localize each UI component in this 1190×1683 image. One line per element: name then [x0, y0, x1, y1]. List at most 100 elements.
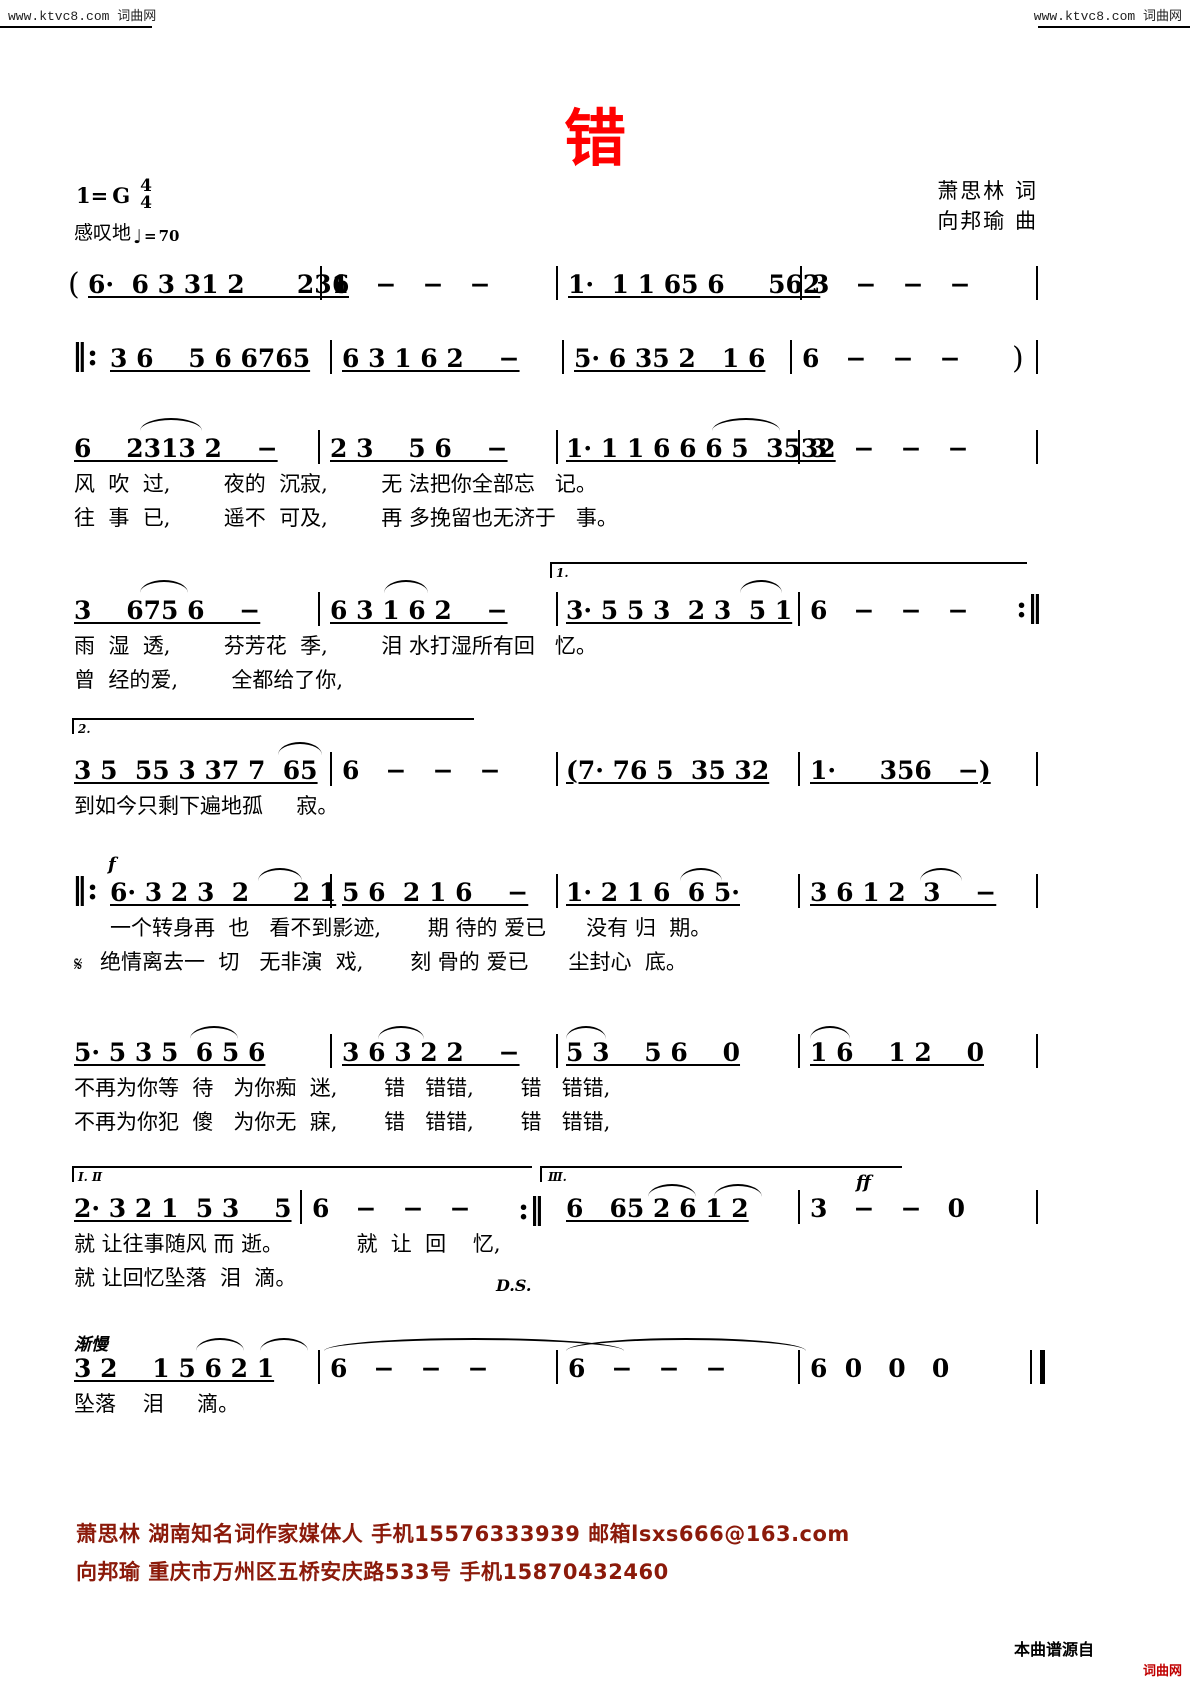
watermark-left: www.ktvc8.com 词曲网 [8, 0, 156, 28]
measure-notes: 3· 5 5 3 2 3 5 1 [566, 596, 793, 625]
lyrics-verse-1: 就 让往事随风 而 逝。 就 让 回 忆, [74, 1232, 501, 1256]
barline [1036, 1190, 1038, 1224]
lyrics-verse-1: 到如今只剩下遍地孤 寂。 [74, 794, 339, 818]
credits-block: 萧思林 词 向邦瑜 曲 [937, 176, 1038, 237]
barline [798, 1350, 800, 1384]
first-ending-label: 1. [556, 566, 569, 580]
lyrics-verse-1: 一个转身再 也 看不到影迹, 期 待的 爱已 没有 归 期。 [110, 916, 712, 940]
lyrics-verse-2: 就 让回忆坠落 泪 滴。 [74, 1266, 297, 1290]
lyrics-verse-2: 绝情离去一 切 无非演 戏, 刻 骨的 爱已 尘封心 底。 [100, 950, 687, 974]
measure-notes: 6 − − − [312, 1194, 471, 1223]
measure-notes: 1· 356 −) [810, 756, 991, 785]
source-note: 本曲谱源自 [1013, 1640, 1094, 1659]
barline [318, 1350, 320, 1384]
second-ending-label: 2. [78, 722, 91, 736]
lyricist-credit: 萧思林 词 [937, 179, 1038, 203]
measure-notes: 6 65 2 6 1 2 [566, 1194, 749, 1223]
barline [800, 266, 802, 300]
ending-1-2-label: Ⅰ. Ⅱ [78, 1170, 103, 1184]
slur-mark [260, 1338, 308, 1351]
measure-notes: 1· 1 1 65 6 562 [568, 270, 821, 299]
slur-mark [384, 580, 428, 593]
measure-notes: 5· 5 3 5 6 5 6 [74, 1038, 266, 1067]
measure-notes: 1 6 1 2 0 [810, 1038, 985, 1067]
watermark-rule-left [0, 26, 152, 28]
key-label: 1= [76, 182, 109, 208]
measure-notes: 6 − − − [330, 1354, 489, 1383]
song-title: 错 [563, 102, 626, 175]
measure-notes: 5 6 2 1 6 − [342, 878, 529, 907]
measure-notes: 6 − − − [568, 1354, 727, 1383]
barline [318, 430, 320, 464]
barline [556, 592, 558, 626]
measure-notes: 5 3 5 6 0 [566, 1038, 741, 1067]
ending-3-bracket [540, 1166, 902, 1182]
slur-mark [196, 1338, 244, 1351]
lyrics-verse-2: 往 事 已, 遥不 可及, 再 多挽留也无济于 事。 [74, 506, 618, 530]
watermark-left-text: www.ktvc8.com 词曲网 [8, 8, 157, 24]
barline [562, 340, 564, 374]
measure-notes: 2 3 5 6 − [330, 434, 508, 463]
measure-notes: 6 − − − [342, 756, 501, 785]
barline [320, 266, 322, 300]
watermark-right-text: www.ktvc8.com 词曲网 [1033, 8, 1182, 24]
barline [1036, 752, 1038, 786]
measure-notes: 6 3 1 6 2 − [330, 596, 508, 625]
measure-notes: 5· 6 35 2 1 6 [574, 344, 766, 373]
measure-notes: 3 − − − [812, 270, 971, 299]
barline [556, 874, 558, 908]
measure-notes: 6· 3 2 3 2 2 1 [110, 878, 337, 907]
slur-mark-long [566, 1338, 806, 1351]
repeat-open-icon: ‖: [72, 872, 99, 907]
barline [1036, 874, 1038, 908]
repeat-close-icon: :‖ [1016, 590, 1043, 625]
barline [556, 1034, 558, 1068]
lyrics-verse-2: 不再为你犯 傻 为你无 寐, 错 错错, 错 错错, [74, 1110, 611, 1134]
slur-mark [740, 580, 782, 593]
measure-notes: 6 0 0 0 [810, 1354, 950, 1383]
lyrics-verse-1: 雨 湿 透, 芬芳花 季, 泪 水打湿所有回 忆。 [74, 634, 597, 658]
tempo-equals: = [143, 227, 157, 245]
slur-mark [712, 418, 780, 431]
dynamic-forte: f [108, 854, 116, 875]
barline [790, 340, 792, 374]
barline [798, 1034, 800, 1068]
barline [300, 1190, 302, 1224]
quarter-note-icon: ♩ [133, 226, 142, 248]
barline [330, 340, 332, 374]
ritardando-mark: 渐慢 [74, 1335, 108, 1355]
measure-notes: 3 675 6 − [74, 596, 261, 625]
ds-mark: D.S. [496, 1276, 532, 1295]
measure-notes: (7· 76 5 35 32 [566, 756, 770, 785]
barline [798, 874, 800, 908]
measure-notes: 1· 2 1 6 6 5· [566, 878, 740, 907]
key-signature: 1= G 4 4 [76, 178, 152, 212]
segno-icon: 𝄋 [74, 952, 83, 976]
barline [330, 752, 332, 786]
measure-notes: 3 − − − [810, 434, 969, 463]
barline [556, 430, 558, 464]
barline [556, 266, 558, 300]
measure-notes: 3 − − 0 [810, 1194, 966, 1223]
key-value: G [112, 182, 131, 208]
ending-3-label: Ⅲ. [548, 1170, 567, 1184]
barline [798, 1190, 800, 1224]
barline [318, 592, 320, 626]
measure-notes: 6 − − − [810, 596, 969, 625]
measure-notes: 3 6 3 2 2 − [342, 1038, 520, 1067]
barline [798, 592, 800, 626]
barline [798, 752, 800, 786]
barline [1036, 266, 1038, 300]
barline [330, 874, 332, 908]
second-ending-bracket [72, 718, 474, 734]
slur-mark [140, 418, 202, 431]
slur-mark [278, 742, 322, 755]
measure-notes: 6 − − − [332, 270, 491, 299]
close-paren: ) [1012, 341, 1024, 376]
measure-notes: 6· 6 3 31 2 231 [88, 270, 349, 299]
repeat-open-icon: ‖: [72, 338, 99, 373]
open-paren: ( [68, 267, 80, 302]
footer-contact-lyricist: 萧思林 湖南知名词作家媒体人 手机15576333939 邮箱lsxs666@1… [76, 1522, 850, 1546]
dynamic-fortissimo: ff [856, 1172, 871, 1193]
barline [330, 1034, 332, 1068]
